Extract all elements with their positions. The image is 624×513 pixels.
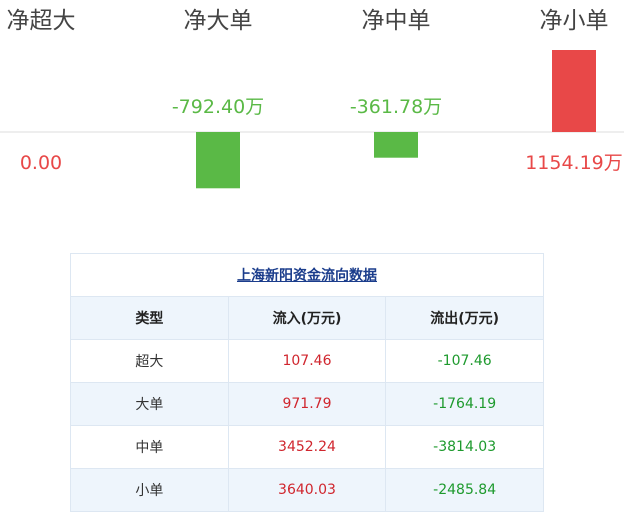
category-label: 净小单: [540, 8, 609, 34]
table-row: 中单 3452.24 -3814.03: [70, 425, 544, 469]
fund-flow-table: 上海新阳资金流向数据 类型 流入(万元) 流出(万元) 超大 107.46 -1…: [70, 253, 544, 512]
row-outflow: -3814.03: [385, 425, 544, 469]
row-inflow: 107.46: [227, 339, 387, 383]
bar: [374, 132, 418, 158]
bar: [552, 50, 596, 132]
bar: [196, 132, 240, 189]
header-type: 类型: [70, 296, 229, 340]
category-label: 净中单: [362, 8, 431, 34]
value-label: -361.78万: [350, 96, 442, 118]
table-row: 超大 107.46 -107.46: [70, 339, 544, 383]
row-type: 超大: [70, 339, 229, 383]
row-outflow: -107.46: [385, 339, 544, 383]
header-inflow: 流入(万元): [227, 296, 387, 340]
table-row: 小单 3640.03 -2485.84: [70, 468, 544, 512]
value-label: 0.00: [20, 152, 62, 174]
table-title-cell: 上海新阳资金流向数据: [70, 253, 544, 297]
fund-flow-bar-chart: 净超大 0.00 净大单 -792.40万 净中单 -361.78万 净小单 1154.19万: [0, 8, 624, 189]
row-type: 中单: [70, 425, 229, 469]
row-type: 大单: [70, 382, 229, 426]
header-outflow: 流出(万元): [385, 296, 544, 340]
value-label: 1154.19万: [525, 152, 623, 174]
row-inflow: 3640.03: [227, 468, 387, 512]
category-label: 净超大: [7, 8, 76, 34]
category-label: 净大单: [184, 8, 253, 34]
row-inflow: 971.79: [227, 382, 387, 426]
value-label: -792.40万: [172, 96, 264, 118]
row-inflow: 3452.24: [227, 425, 387, 469]
row-outflow: -1764.19: [385, 382, 544, 426]
row-type: 小单: [70, 468, 229, 512]
table-row: 大单 971.79 -1764.19: [70, 382, 544, 426]
table-header-row: 类型 流入(万元) 流出(万元): [70, 296, 544, 340]
row-outflow: -2485.84: [385, 468, 544, 512]
table-title-link[interactable]: 上海新阳资金流向数据: [237, 268, 377, 284]
